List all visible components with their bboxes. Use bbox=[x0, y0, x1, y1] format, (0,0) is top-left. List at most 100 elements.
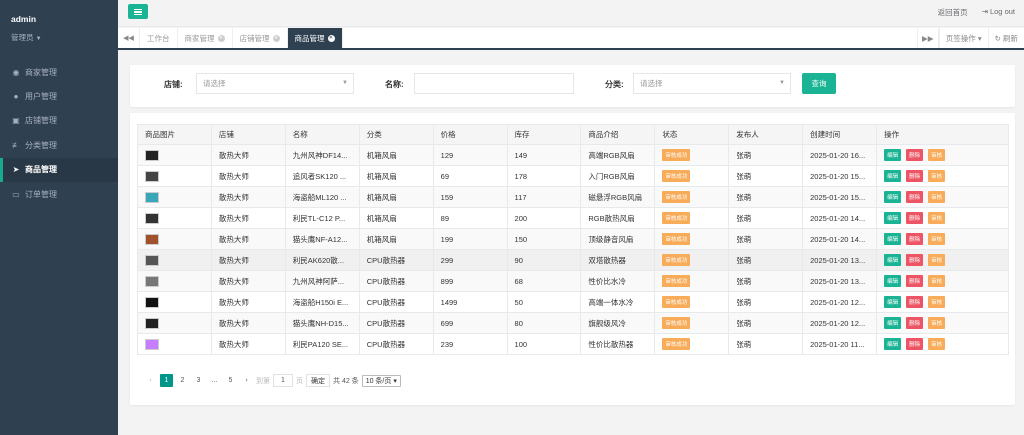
name-cell: 九州风神阿萨... bbox=[284, 270, 360, 292]
status-cell: 审核成功 bbox=[654, 312, 730, 334]
delete-button[interactable]: 删除 bbox=[906, 317, 924, 329]
caret-down-icon: ▼ bbox=[35, 36, 42, 42]
delete-button[interactable]: 删除 bbox=[906, 212, 924, 224]
close-icon[interactable]: ✕ bbox=[272, 34, 280, 42]
tab-scroll-left-button[interactable]: ◀◀ bbox=[118, 28, 140, 48]
prev-page-button[interactable]: ‹ bbox=[144, 374, 157, 387]
edit-button[interactable]: 编辑 bbox=[884, 275, 902, 287]
user-role-dropdown[interactable]: 管理员 ▼ bbox=[11, 32, 118, 43]
product-thumbnail bbox=[145, 317, 159, 329]
delete-button[interactable]: 删除 bbox=[906, 254, 924, 266]
audit-button[interactable]: 审核 bbox=[928, 317, 946, 329]
tab-0[interactable]: 工作台 bbox=[140, 28, 178, 48]
page-button[interactable]: 5 bbox=[224, 374, 237, 387]
user-name[interactable]: admin bbox=[11, 14, 118, 24]
created-cell: 2025-01-20 15... bbox=[802, 186, 878, 208]
stock-cell: 200 bbox=[506, 207, 582, 229]
page-list: 1 2 3... 5 bbox=[160, 374, 237, 387]
edit-button[interactable]: 编辑 bbox=[884, 317, 902, 329]
page-size-select[interactable]: 10 条/页 ▾ bbox=[361, 374, 401, 387]
created-cell: 2025-01-20 12... bbox=[802, 312, 878, 334]
sidebar-item-1[interactable]: ● 用户管理 bbox=[0, 84, 118, 108]
tab-3[interactable]: 商品管理 ✕ bbox=[287, 28, 343, 48]
logout-label: Log out bbox=[989, 7, 1015, 16]
home-link[interactable]: 返回首页 bbox=[938, 7, 968, 18]
product-image-cell bbox=[137, 291, 212, 313]
audit-button[interactable]: 审核 bbox=[928, 149, 946, 161]
name-cell: 猫头鹰NF-A12... bbox=[284, 228, 360, 250]
tab-list: 工作台 商家管理 ✕ 店铺管理 ✕ 商品管理 ✕ bbox=[140, 28, 343, 48]
audit-button[interactable]: 审核 bbox=[928, 296, 946, 308]
sidebar-item-0[interactable]: ◉ 商家管理 bbox=[0, 60, 118, 84]
desc-cell: 入门RGB风扇 bbox=[580, 165, 656, 187]
edit-button[interactable]: 编辑 bbox=[884, 149, 902, 161]
category-select[interactable]: 请选择 ▼ bbox=[633, 73, 791, 94]
next-page-button[interactable]: › bbox=[240, 374, 253, 387]
audit-button[interactable]: 审核 bbox=[928, 191, 946, 203]
audit-button[interactable]: 审核 bbox=[928, 233, 946, 245]
delete-button[interactable]: 删除 bbox=[906, 296, 924, 308]
product-thumbnail bbox=[145, 275, 159, 287]
edit-button[interactable]: 编辑 bbox=[884, 233, 902, 245]
close-icon[interactable]: ✕ bbox=[217, 34, 225, 42]
audit-button[interactable]: 审核 bbox=[928, 338, 946, 350]
tab-2[interactable]: 店铺管理 ✕ bbox=[233, 28, 288, 48]
desc-cell: 磁悬浮RGB风扇 bbox=[580, 186, 656, 208]
query-button[interactable]: 查询 bbox=[802, 73, 836, 94]
edit-button[interactable]: 编辑 bbox=[884, 170, 902, 182]
sidebar-item-4[interactable]: ➤ 商品管理 bbox=[0, 157, 118, 182]
column-header: 名称 bbox=[284, 124, 360, 145]
delete-button[interactable]: 删除 bbox=[906, 191, 924, 203]
created-cell: 2025-01-20 12... bbox=[802, 291, 878, 313]
goto-page-input[interactable]: 1 bbox=[273, 374, 293, 387]
edit-button[interactable]: 编辑 bbox=[884, 191, 902, 203]
delete-button[interactable]: 删除 bbox=[906, 149, 924, 161]
sidebar-item-2[interactable]: ▣ 店铺管理 bbox=[0, 109, 118, 133]
delete-button[interactable]: 删除 bbox=[906, 275, 924, 287]
table-header: 商品图片 店铺 名称 分类 价格 库存 商品介绍 状态 发布人 创建时间 操作 bbox=[137, 124, 1009, 145]
stock-cell: 149 bbox=[506, 144, 582, 166]
audit-button[interactable]: 审核 bbox=[928, 170, 946, 182]
goto-confirm-button[interactable]: 确定 bbox=[306, 374, 330, 387]
actions-cell: 编辑 删除 审核 bbox=[876, 333, 1009, 355]
category-cell: 机箱风扇 bbox=[358, 207, 434, 229]
tab-scroll-right-button[interactable]: ▶▶ bbox=[916, 28, 939, 48]
audit-button[interactable]: 审核 bbox=[928, 275, 946, 287]
close-icon[interactable]: ✕ bbox=[327, 34, 335, 42]
store-cell: 散热大师 bbox=[210, 333, 286, 355]
name-cell: 利民TL-C12 P... bbox=[284, 207, 360, 229]
status-cell: 审核成功 bbox=[654, 144, 730, 166]
name-cell: 海盗船ML120 ... bbox=[284, 186, 360, 208]
page-button[interactable]: 3 bbox=[192, 374, 205, 387]
name-label: 名称: bbox=[385, 80, 404, 89]
name-input[interactable] bbox=[414, 73, 574, 94]
send-icon: ➤ bbox=[12, 165, 20, 175]
audit-button[interactable]: 审核 bbox=[928, 254, 946, 266]
edit-button[interactable]: 编辑 bbox=[884, 254, 902, 266]
delete-button[interactable]: 删除 bbox=[906, 338, 924, 350]
stock-cell: 50 bbox=[506, 291, 582, 313]
tab-1[interactable]: 商家管理 ✕ bbox=[178, 28, 233, 48]
delete-button[interactable]: 删除 bbox=[906, 170, 924, 182]
edit-button[interactable]: 编辑 bbox=[884, 212, 902, 224]
store-cell: 散热大师 bbox=[210, 312, 286, 334]
sidebar-item-5[interactable]: ▭ 订单管理 bbox=[0, 182, 118, 206]
refresh-button[interactable]: ↻ 刷新 bbox=[987, 28, 1024, 48]
tab-ops-dropdown[interactable]: 页签操作 ▾ bbox=[938, 28, 988, 48]
audit-button[interactable]: 审核 bbox=[928, 212, 946, 224]
actions-cell: 编辑 删除 审核 bbox=[876, 228, 1009, 250]
sidebar-item-3[interactable]: ≢ 分类管理 bbox=[0, 133, 118, 157]
status-badge: 审核成功 bbox=[662, 338, 691, 350]
store-select[interactable]: 请选择 ▼ bbox=[196, 73, 354, 94]
menu-toggle-button[interactable] bbox=[128, 4, 148, 19]
edit-button[interactable]: 编辑 bbox=[884, 338, 902, 350]
logout-link[interactable]: ⇥ Log out bbox=[982, 7, 1015, 18]
page-button[interactable]: 1 bbox=[160, 374, 173, 387]
edit-button[interactable]: 编辑 bbox=[884, 296, 902, 308]
page-button[interactable]: 2 bbox=[176, 374, 189, 387]
product-thumbnail bbox=[145, 338, 159, 350]
status-badge: 审核成功 bbox=[662, 191, 691, 203]
delete-button[interactable]: 删除 bbox=[906, 233, 924, 245]
page-size-value: 10 条/页 bbox=[365, 377, 392, 385]
status-badge: 审核成功 bbox=[662, 254, 691, 266]
